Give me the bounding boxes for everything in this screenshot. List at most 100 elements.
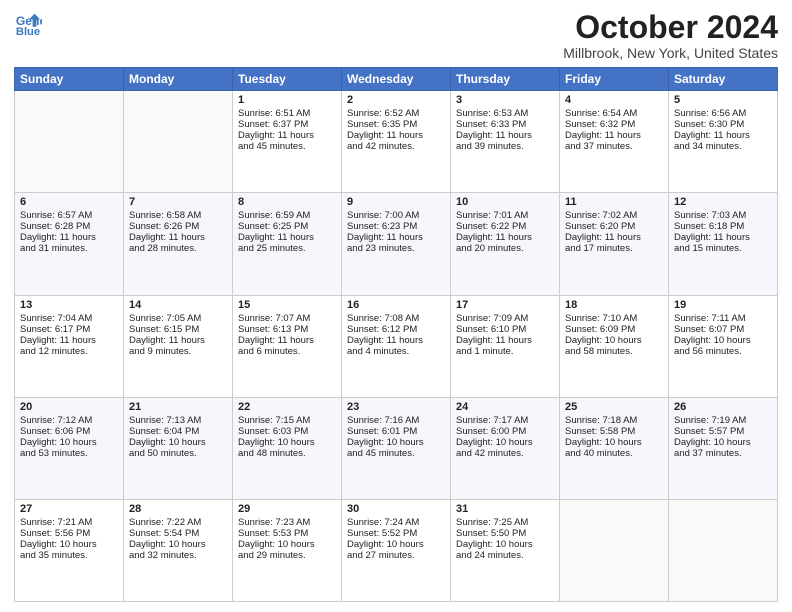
day-number: 11	[565, 196, 663, 208]
day-info-line: Sunrise: 7:11 AM	[674, 313, 772, 324]
day-info-line: Daylight: 10 hours	[238, 437, 336, 448]
day-info-line: Daylight: 10 hours	[129, 539, 227, 550]
calendar-day-header: Tuesday	[233, 68, 342, 91]
day-info-line: and 24 minutes.	[456, 550, 554, 561]
calendar-week-row: 13Sunrise: 7:04 AMSunset: 6:17 PMDayligh…	[15, 295, 778, 397]
day-info-line: Sunrise: 7:12 AM	[20, 415, 118, 426]
day-info-line: Sunset: 5:56 PM	[20, 528, 118, 539]
day-info-line: Sunset: 6:33 PM	[456, 119, 554, 130]
calendar-header-row: SundayMondayTuesdayWednesdayThursdayFrid…	[15, 68, 778, 91]
day-info-line: Sunset: 6:06 PM	[20, 426, 118, 437]
calendar-cell: 8Sunrise: 6:59 AMSunset: 6:25 PMDaylight…	[233, 193, 342, 295]
day-number: 8	[238, 196, 336, 208]
day-info-line: Daylight: 11 hours	[129, 335, 227, 346]
calendar-day-header: Thursday	[451, 68, 560, 91]
day-info-line: Sunset: 6:07 PM	[674, 324, 772, 335]
day-info-line: Sunset: 6:10 PM	[456, 324, 554, 335]
day-number: 19	[674, 299, 772, 311]
day-number: 10	[456, 196, 554, 208]
day-info-line: Sunrise: 7:18 AM	[565, 415, 663, 426]
day-info-line: and 42 minutes.	[456, 448, 554, 459]
day-info-line: Sunset: 6:13 PM	[238, 324, 336, 335]
day-info-line: Sunrise: 7:00 AM	[347, 210, 445, 221]
day-info-line: Daylight: 11 hours	[347, 130, 445, 141]
day-info-line: and 48 minutes.	[238, 448, 336, 459]
calendar-cell: 14Sunrise: 7:05 AMSunset: 6:15 PMDayligh…	[124, 295, 233, 397]
calendar-week-row: 1Sunrise: 6:51 AMSunset: 6:37 PMDaylight…	[15, 91, 778, 193]
day-info-line: Sunset: 6:01 PM	[347, 426, 445, 437]
day-number: 9	[347, 196, 445, 208]
day-info-line: Sunrise: 6:57 AM	[20, 210, 118, 221]
day-number: 18	[565, 299, 663, 311]
day-info-line: and 1 minute.	[456, 346, 554, 357]
day-info-line: and 32 minutes.	[129, 550, 227, 561]
day-info-line: Sunset: 6:22 PM	[456, 221, 554, 232]
day-info-line: Sunset: 5:53 PM	[238, 528, 336, 539]
day-number: 16	[347, 299, 445, 311]
day-info-line: Sunrise: 6:53 AM	[456, 108, 554, 119]
day-info-line: Daylight: 11 hours	[674, 130, 772, 141]
header: General Blue October 2024 Millbrook, New…	[14, 10, 778, 61]
day-info-line: Sunset: 5:54 PM	[129, 528, 227, 539]
day-info-line: Daylight: 10 hours	[238, 539, 336, 550]
calendar-cell: 12Sunrise: 7:03 AMSunset: 6:18 PMDayligh…	[669, 193, 778, 295]
day-number: 22	[238, 401, 336, 413]
day-info-line: Daylight: 10 hours	[20, 539, 118, 550]
day-info-line: Sunset: 5:57 PM	[674, 426, 772, 437]
day-number: 15	[238, 299, 336, 311]
calendar-cell: 21Sunrise: 7:13 AMSunset: 6:04 PMDayligh…	[124, 397, 233, 499]
day-info-line: Sunset: 6:20 PM	[565, 221, 663, 232]
day-info-line: Daylight: 10 hours	[456, 437, 554, 448]
calendar-body: 1Sunrise: 6:51 AMSunset: 6:37 PMDaylight…	[15, 91, 778, 602]
day-number: 23	[347, 401, 445, 413]
day-info-line: Sunrise: 7:19 AM	[674, 415, 772, 426]
calendar-day-header: Wednesday	[342, 68, 451, 91]
calendar-cell: 10Sunrise: 7:01 AMSunset: 6:22 PMDayligh…	[451, 193, 560, 295]
day-number: 14	[129, 299, 227, 311]
day-info-line: Daylight: 10 hours	[347, 539, 445, 550]
day-number: 20	[20, 401, 118, 413]
day-number: 28	[129, 503, 227, 515]
day-info-line: and 50 minutes.	[129, 448, 227, 459]
calendar-cell: 9Sunrise: 7:00 AMSunset: 6:23 PMDaylight…	[342, 193, 451, 295]
day-number: 26	[674, 401, 772, 413]
day-info-line: Sunrise: 6:59 AM	[238, 210, 336, 221]
day-info-line: and 42 minutes.	[347, 141, 445, 152]
day-info-line: Sunset: 6:03 PM	[238, 426, 336, 437]
calendar-cell: 27Sunrise: 7:21 AMSunset: 5:56 PMDayligh…	[15, 499, 124, 601]
day-info-line: and 45 minutes.	[238, 141, 336, 152]
day-info-line: and 20 minutes.	[456, 243, 554, 254]
day-info-line: and 28 minutes.	[129, 243, 227, 254]
day-info-line: Sunset: 6:09 PM	[565, 324, 663, 335]
day-info-line: and 37 minutes.	[565, 141, 663, 152]
day-info-line: and 58 minutes.	[565, 346, 663, 357]
day-info-line: Sunrise: 6:58 AM	[129, 210, 227, 221]
calendar-table: SundayMondayTuesdayWednesdayThursdayFrid…	[14, 67, 778, 602]
calendar-cell: 6Sunrise: 6:57 AMSunset: 6:28 PMDaylight…	[15, 193, 124, 295]
day-info-line: and 45 minutes.	[347, 448, 445, 459]
svg-text:Blue: Blue	[16, 26, 40, 38]
day-number: 25	[565, 401, 663, 413]
calendar-cell: 11Sunrise: 7:02 AMSunset: 6:20 PMDayligh…	[560, 193, 669, 295]
day-number: 27	[20, 503, 118, 515]
day-info-line: Sunrise: 7:10 AM	[565, 313, 663, 324]
day-info-line: and 17 minutes.	[565, 243, 663, 254]
calendar-cell: 23Sunrise: 7:16 AMSunset: 6:01 PMDayligh…	[342, 397, 451, 499]
calendar-cell: 28 Sunrise: 7:22 AMSunset: 5:54 PMDayligh…	[124, 499, 233, 601]
day-info-line: Daylight: 10 hours	[129, 437, 227, 448]
logo-icon: General Blue	[14, 10, 42, 38]
calendar-cell	[15, 91, 124, 193]
day-info-line: Sunrise: 7:17 AM	[456, 415, 554, 426]
day-info-line: Sunrise: 6:51 AM	[238, 108, 336, 119]
day-info-line: Sunrise: 7:01 AM	[456, 210, 554, 221]
calendar-cell: 3Sunrise: 6:53 AMSunset: 6:33 PMDaylight…	[451, 91, 560, 193]
day-info-line: Sunset: 6:32 PM	[565, 119, 663, 130]
day-info-line: and 37 minutes.	[674, 448, 772, 459]
day-info-line: Sunrise: 7:22 AM	[129, 517, 227, 528]
page: General Blue October 2024 Millbrook, New…	[0, 0, 792, 612]
day-info-line: Sunset: 6:30 PM	[674, 119, 772, 130]
logo: General Blue	[14, 10, 42, 38]
day-number: 21	[129, 401, 227, 413]
day-number: 17	[456, 299, 554, 311]
day-info-line: Daylight: 11 hours	[238, 232, 336, 243]
